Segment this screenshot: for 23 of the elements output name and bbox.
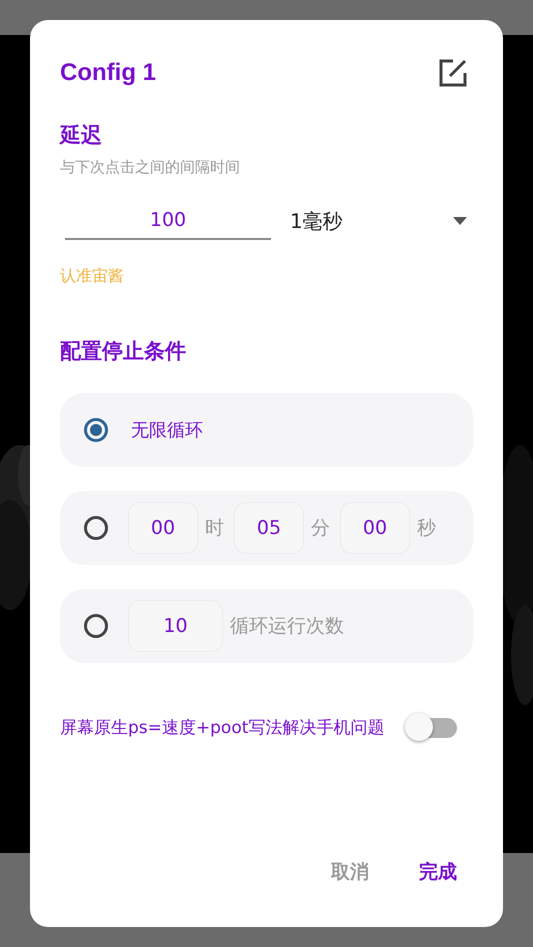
section-heading: 配置停止条件 [60,338,187,365]
unit-label: 秒 [417,516,436,541]
delay-input[interactable]: 100 [65,202,271,240]
dialog-title: Config 1 [60,59,156,87]
caret-icon [453,217,467,225]
unit-dropdown[interactable]: 1毫秒 [290,203,473,239]
number-field[interactable]: 00 [340,502,410,554]
toggle-label: 屏幕原生ps=速度+poot写法解决手机问题 [60,718,386,738]
option-label: 无限循环 [131,419,203,442]
radio-button[interactable] [84,614,108,638]
hint-text: 与下次点击之间的间隔时间 [60,157,241,177]
note-text: 认准宙酱 [60,265,125,287]
radio-button[interactable] [84,516,108,540]
number-field[interactable]: 00 [128,502,198,554]
edit-icon[interactable] [437,57,469,89]
unit-label: 时 [205,516,224,541]
radio-button[interactable] [84,418,108,442]
unit-label: 分 [311,516,330,541]
number-field[interactable]: 10 [128,600,223,652]
unit-label: 循环运行次数 [230,614,344,639]
number-field[interactable]: 05 [234,502,304,554]
done-button[interactable]: 完成 [409,853,467,891]
section-heading: 延迟 [60,122,103,149]
